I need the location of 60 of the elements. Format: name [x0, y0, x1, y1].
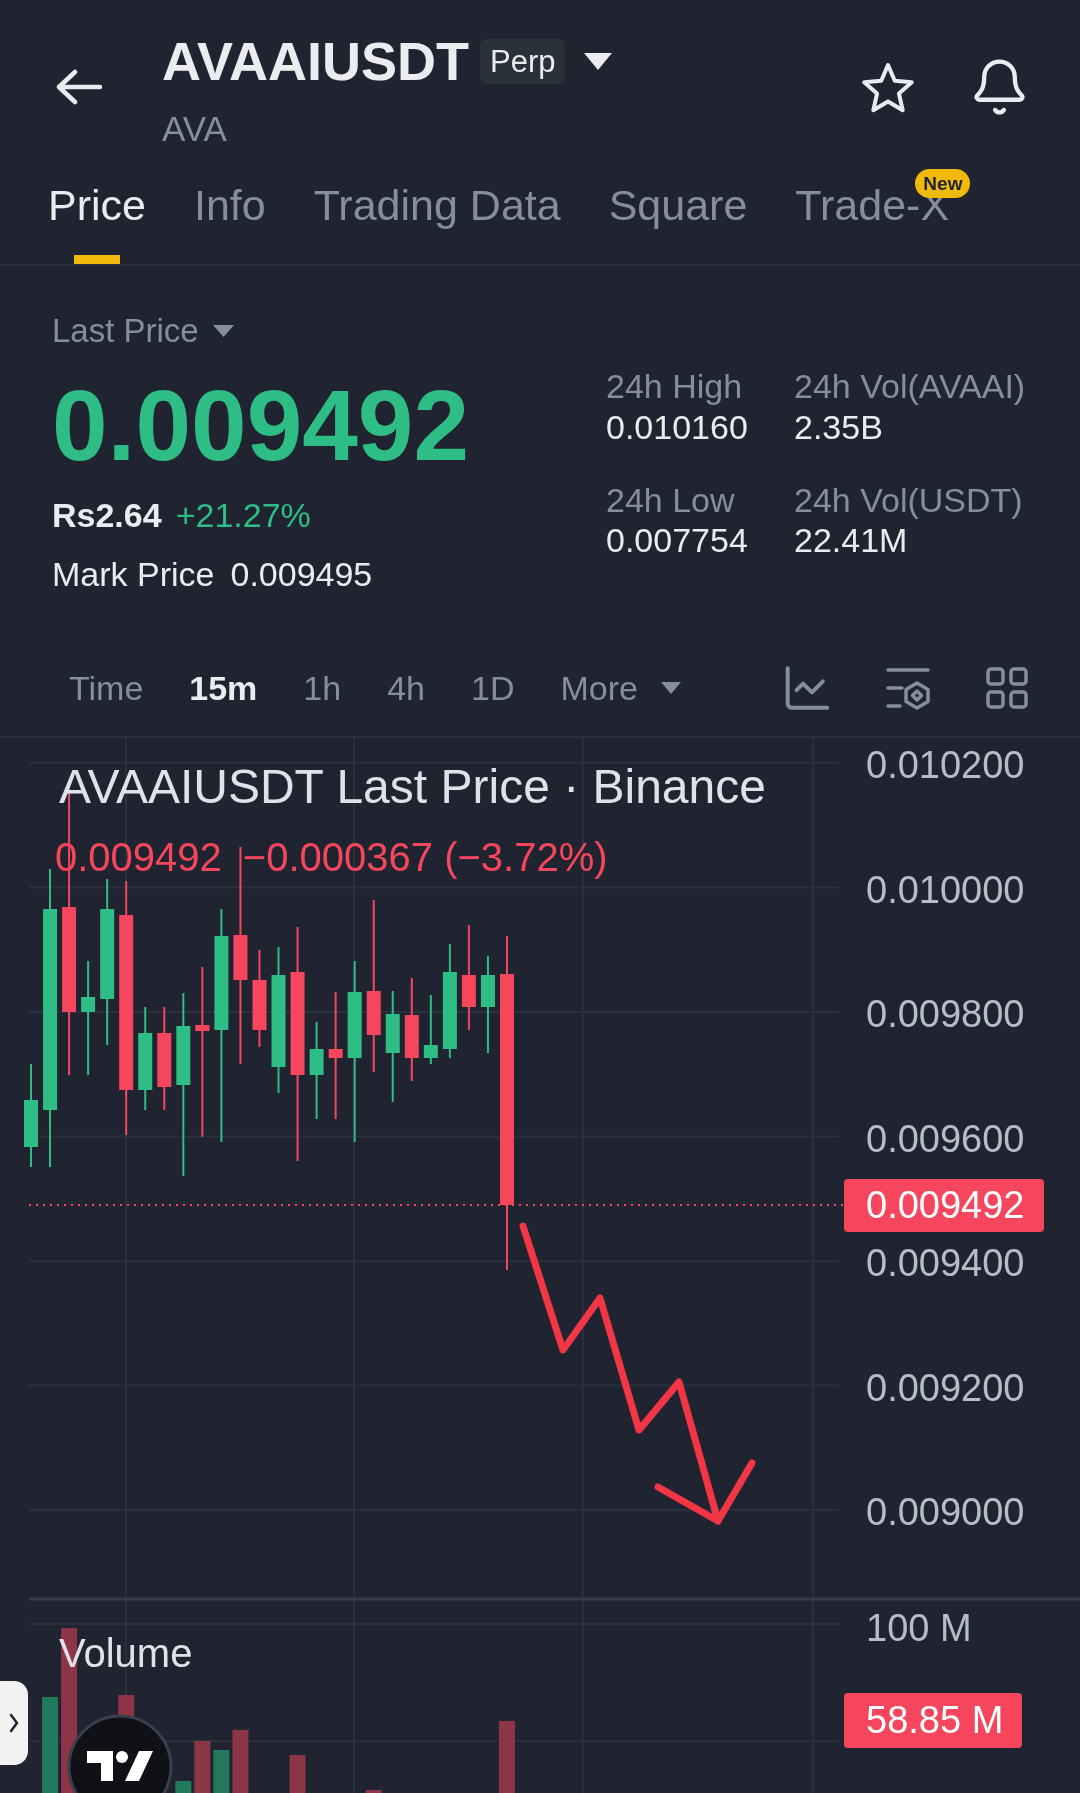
- more-dropdown[interactable]: More: [560, 667, 681, 709]
- fiat-price: Rs2.64: [52, 494, 162, 536]
- tab[interactable]: Info: [193, 180, 266, 264]
- price-axis-label: 0.009400: [866, 1241, 1025, 1286]
- last-price-value: 0.009492: [52, 367, 470, 483]
- interval-label: Time: [69, 667, 144, 709]
- tab[interactable]: Trading Data: [313, 180, 561, 264]
- candlestick: [423, 995, 438, 1064]
- volume-bar: [175, 1781, 192, 1793]
- contract-type-badge: Perp: [480, 38, 566, 84]
- volume-tag: 58.85 M: [844, 1693, 1023, 1748]
- volume-bar: [232, 1730, 249, 1793]
- stat-label: 24h High: [606, 366, 744, 407]
- price-axis-label: 0.010000: [866, 867, 1025, 913]
- stat-label: 24h Vol(USDT): [794, 479, 1024, 521]
- tab[interactable]: Price: [48, 180, 146, 264]
- caret-icon: [212, 324, 234, 337]
- volume-bar: [365, 1790, 382, 1793]
- volume-bar: [194, 1741, 211, 1793]
- price-axis-label: 0.009800: [866, 992, 1025, 1037]
- line-chart-icon[interactable]: [785, 666, 830, 710]
- last-price-tag: 0.009492: [844, 1179, 1044, 1232]
- tab[interactable]: Square: [608, 180, 748, 264]
- chart-title: AVAAIUSDT Last Price · Binance: [59, 759, 766, 815]
- price-change-percent: +21.27%: [175, 494, 311, 536]
- stat-label: 24h Vol(AVAAI): [794, 366, 1026, 407]
- stat-label: 24h Low: [606, 479, 736, 521]
- stat-value: 2.35B: [794, 406, 884, 448]
- mark-price-value: 0.009495: [230, 554, 373, 596]
- expand-handle[interactable]: [0, 1681, 28, 1765]
- volume-axis-label: 100 M: [866, 1606, 972, 1651]
- caret-icon: [660, 682, 681, 694]
- chevron-right-icon: [9, 1713, 19, 1733]
- pair-title: AVAAIUSDT: [162, 30, 469, 93]
- bell-icon[interactable]: [973, 59, 1026, 115]
- interval-tab[interactable]: 1D: [471, 667, 515, 709]
- indicator-settings-icon[interactable]: [885, 666, 931, 710]
- price-axis-label: 0.010200: [866, 743, 1025, 788]
- stat-value: 0.010160: [606, 406, 749, 448]
- volume-bar: [499, 1721, 515, 1793]
- mark-price-label: Mark Price: [52, 554, 215, 596]
- interval-tab[interactable]: 15m: [189, 667, 258, 709]
- back-arrow-icon[interactable]: [55, 69, 103, 105]
- volume-bar: [213, 1750, 230, 1793]
- price-axis-label: 0.009600: [866, 1116, 1025, 1162]
- volume-bar: [289, 1755, 306, 1793]
- price-axis-label: 0.009000: [866, 1490, 1025, 1535]
- price-axis-label: 0.009200: [866, 1365, 1025, 1411]
- pair-subtitle: AVA: [162, 107, 228, 150]
- stat-value: 0.007754: [606, 520, 749, 562]
- new-badge: New: [915, 169, 971, 198]
- stat-value: 22.41M: [794, 520, 909, 562]
- interval-tab[interactable]: 4h: [387, 667, 425, 709]
- legend-price-change: −0.000367 (−3.72%): [242, 834, 608, 881]
- star-icon[interactable]: [861, 61, 915, 113]
- chart-logo-icon[interactable]: [67, 1714, 173, 1793]
- grid-layout-icon[interactable]: [986, 667, 1028, 709]
- caret-icon[interactable]: [584, 52, 613, 70]
- interval-tab[interactable]: 1h: [303, 667, 342, 709]
- price-type-dropdown[interactable]: Last Price: [52, 311, 234, 351]
